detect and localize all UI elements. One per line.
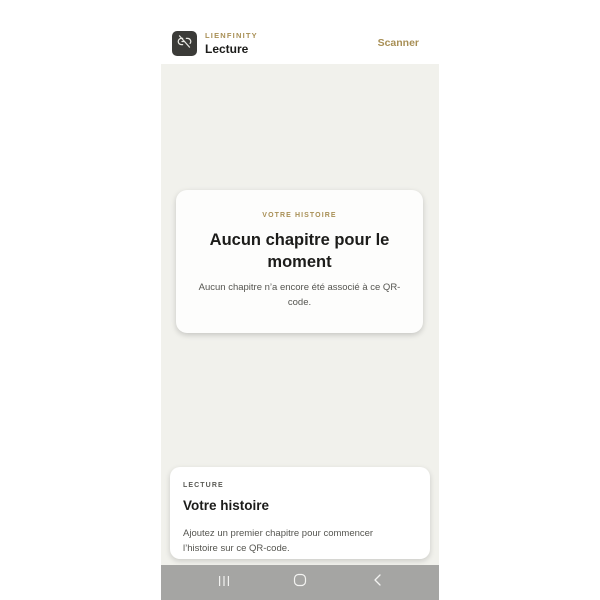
scan-button[interactable]: Scanner [378,37,419,49]
home-icon [293,573,307,592]
empty-state-card: VOTRE HISTOIRE Aucun chapitre pour le mo… [176,190,423,333]
empty-state-title: Aucun chapitre pour le moment [209,231,390,271]
app-header: LIENFINITY Lecture Scanner [161,0,439,64]
broken-link-icon [177,34,192,54]
home-button[interactable] [285,570,315,595]
phone-screen: LIENFINITY Lecture Scanner VOTRE HISTOIR… [161,0,439,600]
bottom-sheet-eyebrow: LECTURE [183,482,224,489]
empty-state-eyebrow: VOTRE HISTOIRE [262,212,337,219]
bottom-sheet-title: Votre histoire [183,498,270,513]
empty-state-message: Aucun chapitre n’a encore été associé à … [198,282,401,308]
page-title: Lecture [205,42,249,56]
recent-apps-icon [217,574,231,592]
back-icon [372,573,384,592]
brand-name: LIENFINITY [205,31,258,40]
back-button[interactable] [363,570,393,595]
app-logo [172,31,197,56]
system-navigation-bar [161,565,439,600]
page: LIENFINITY Lecture Scanner VOTRE HISTOIR… [0,0,600,600]
bottom-sheet-message: Ajoutez un premier chapitre pour commenc… [183,528,374,554]
recent-apps-button[interactable] [209,570,239,595]
bottom-sheet[interactable]: LECTURE Votre histoire Ajoutez un premie… [170,467,430,559]
